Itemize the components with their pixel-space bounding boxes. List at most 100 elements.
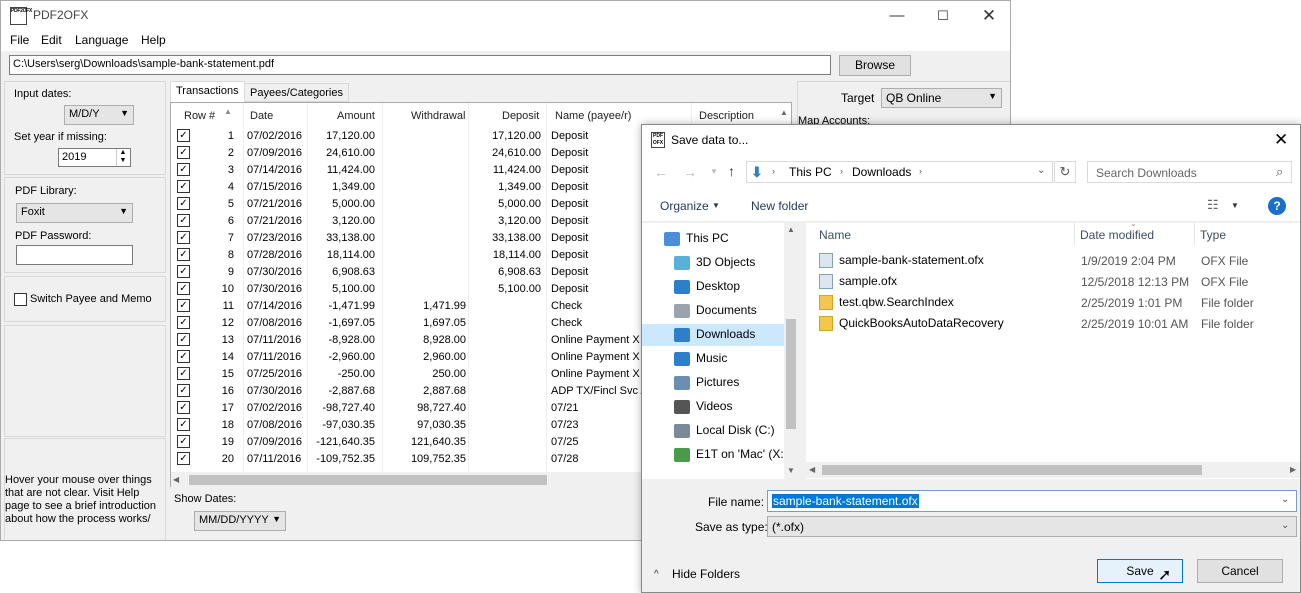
chevron-up-icon[interactable]: ^ [654, 569, 659, 580]
browse-button[interactable]: Browse [839, 55, 911, 76]
col-description[interactable]: Description [699, 110, 754, 122]
organize-button[interactable]: Organize [660, 199, 709, 213]
col-date-modified[interactable]: Date modified [1080, 228, 1154, 242]
recent-dropdown-icon[interactable]: ▼ [710, 167, 718, 176]
row-checkbox[interactable]: ✓ [177, 435, 190, 448]
hide-folders-button[interactable]: Hide Folders [672, 567, 740, 581]
col-name-payee[interactable]: Name (payee/r) [555, 110, 631, 122]
tab-payees-categories[interactable]: Payees/Categories [244, 83, 349, 102]
show-dates-select[interactable]: MM/DD/YYYY ▼ [194, 511, 286, 531]
nav-item[interactable]: Downloads [642, 324, 784, 346]
breadcrumb-this-pc[interactable]: This PC [789, 165, 832, 179]
col-deposit[interactable]: Deposit [502, 110, 539, 122]
menu-language[interactable]: Language [75, 33, 128, 47]
file-name-input[interactable]: sample-bank-statement.ofx ⌄ [767, 490, 1297, 512]
col-type[interactable]: Type [1200, 228, 1226, 242]
table-cell: 5 [227, 198, 234, 210]
menu-file[interactable]: File [10, 33, 29, 47]
row-checkbox[interactable]: ✓ [177, 231, 190, 244]
file-scroll-thumb[interactable] [822, 465, 1202, 475]
row-checkbox[interactable]: ✓ [177, 214, 190, 227]
row-checkbox[interactable]: ✓ [177, 299, 190, 312]
spinner-arrows-icon[interactable]: ▲ ▼ [116, 149, 129, 166]
help-icon[interactable]: ? [1268, 197, 1286, 215]
nav-scrollbar[interactable]: ▲ ▼ [784, 223, 798, 479]
menu-edit[interactable]: Edit [41, 33, 62, 47]
year-spinner[interactable]: 2019 ▲ ▼ [58, 148, 131, 167]
row-checkbox[interactable]: ✓ [177, 350, 190, 363]
nav-item[interactable]: This PC [664, 231, 729, 246]
forward-arrow-icon[interactable]: → [683, 164, 697, 180]
col-name[interactable]: Name [819, 228, 851, 242]
scroll-down-icon[interactable]: ▼ [787, 466, 795, 475]
nav-item[interactable]: E1T on 'Mac' (X: [674, 447, 784, 462]
nav-item[interactable]: Documents [674, 303, 757, 318]
view-options-icon[interactable]: ☷ [1207, 197, 1219, 213]
row-checkbox[interactable]: ✓ [177, 197, 190, 210]
nav-item[interactable]: Desktop [674, 279, 740, 294]
up-arrow-icon[interactable]: ↑ [728, 163, 735, 179]
pdf-password-input[interactable] [16, 245, 133, 265]
table-cell: 11 [222, 300, 234, 312]
nav-item[interactable]: Local Disk (C:) [674, 423, 775, 438]
row-checkbox[interactable]: ✓ [177, 265, 190, 278]
cancel-button[interactable]: Cancel [1197, 559, 1283, 583]
pdf-path-input[interactable]: C:\Users\serg\Downloads\sample-bank-stat… [9, 55, 831, 75]
save-type-select[interactable]: (*.ofx) ⌄ [767, 516, 1297, 537]
row-checkbox[interactable]: ✓ [177, 180, 190, 193]
nav-item[interactable]: Videos [674, 399, 732, 414]
chevron-down-icon[interactable]: ⌄ [1281, 494, 1289, 505]
breadcrumb-downloads[interactable]: Downloads [852, 165, 911, 179]
row-checkbox[interactable]: ✓ [177, 384, 190, 397]
switch-payee-checkbox[interactable] [14, 293, 27, 306]
row-checkbox[interactable]: ✓ [177, 146, 190, 159]
row-checkbox[interactable]: ✓ [177, 418, 190, 431]
scroll-up-icon[interactable]: ▲ [787, 225, 795, 234]
file-row[interactable]: sample.ofx [819, 274, 897, 290]
file-row[interactable]: sample-bank-statement.ofx [819, 253, 984, 269]
file-row[interactable]: QuickBooksAutoDataRecovery [819, 316, 1004, 332]
row-checkbox[interactable]: ✓ [177, 163, 190, 176]
file-hscrollbar[interactable]: ◀ ▶ [806, 462, 1300, 478]
maximize-icon[interactable]: ☐ [931, 6, 955, 26]
col-row-num[interactable]: Row # [184, 110, 215, 122]
row-checkbox[interactable]: ✓ [177, 452, 190, 465]
row-checkbox[interactable]: ✓ [177, 129, 190, 142]
scroll-left-icon[interactable]: ◀ [809, 465, 815, 474]
row-checkbox[interactable]: ✓ [177, 316, 190, 329]
minimize-icon[interactable]: — [885, 6, 909, 26]
col-amount[interactable]: Amount [337, 110, 375, 122]
scroll-up-icon[interactable]: ▲ [780, 108, 788, 117]
row-checkbox[interactable]: ✓ [177, 367, 190, 380]
col-date[interactable]: Date [250, 110, 273, 122]
close-icon[interactable]: ✕ [977, 6, 1001, 26]
pdf-library-select[interactable]: Foxit ▼ [16, 203, 133, 223]
tab-transactions[interactable]: Transactions [170, 81, 245, 103]
scroll-thumb[interactable] [189, 475, 547, 485]
nav-item[interactable]: Pictures [674, 375, 739, 390]
chevron-down-icon[interactable]: ▼ [1231, 201, 1239, 210]
row-checkbox[interactable]: ✓ [177, 282, 190, 295]
refresh-icon[interactable]: ↻ [1054, 161, 1076, 183]
nav-scroll-thumb[interactable] [786, 319, 796, 429]
nav-item[interactable]: 3D Objects [674, 255, 755, 270]
address-bar[interactable]: ⬇ › This PC › Downloads › ⌄ [746, 161, 1053, 183]
row-checkbox[interactable]: ✓ [177, 333, 190, 346]
scroll-left-icon[interactable]: ◀ [173, 475, 179, 484]
scroll-right-icon[interactable]: ▶ [1290, 465, 1296, 474]
dialog-close-icon[interactable]: ✕ [1274, 130, 1288, 150]
new-folder-button[interactable]: New folder [751, 199, 808, 213]
back-arrow-icon[interactable]: ← [654, 164, 668, 180]
row-checkbox[interactable]: ✓ [177, 248, 190, 261]
table-cell: -2,887.68 [328, 385, 375, 397]
nav-item[interactable]: Music [674, 351, 727, 366]
table-cell: 8 [227, 249, 234, 261]
row-checkbox[interactable]: ✓ [177, 401, 190, 414]
input-dates-select[interactable]: M/D/Y ▼ [64, 105, 134, 125]
target-select[interactable]: QB Online ▼ [881, 88, 1002, 108]
search-downloads-input[interactable]: Search Downloads ⌕ [1087, 161, 1292, 183]
col-withdrawal[interactable]: Withdrawal [411, 110, 465, 122]
address-dropdown-icon[interactable]: ⌄ [1037, 165, 1045, 176]
file-row[interactable]: test.qbw.SearchIndex [819, 295, 954, 311]
menu-help[interactable]: Help [141, 33, 166, 47]
